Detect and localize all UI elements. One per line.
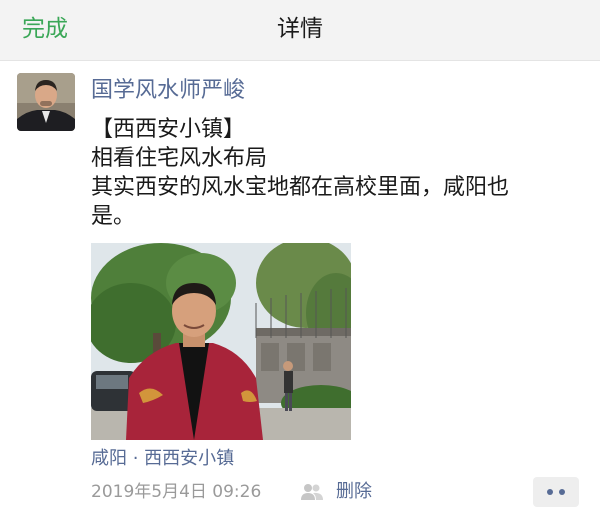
navigation-bar: 完成 详情	[0, 0, 600, 61]
post-photo[interactable]	[91, 243, 351, 440]
people-icon[interactable]	[300, 482, 324, 502]
avatar[interactable]	[17, 73, 75, 131]
post-text-line: 相看住宅风水布局	[91, 146, 268, 171]
page-title: 详情	[277, 16, 323, 42]
location-link[interactable]: 咸阳 · 西西安小镇	[91, 447, 234, 471]
post-text-line: 其实西安的风水宝地都在高校里面，咸阳也	[91, 175, 510, 200]
more-dots-icon[interactable]	[533, 477, 579, 507]
post-timestamp: 2019年5月4日 09:26	[91, 482, 262, 502]
post-text: 【西西安小镇】 相看住宅风水布局 其实西安的风水宝地都在高校里面，咸阳也 是。	[91, 115, 571, 231]
author-name[interactable]: 国学风水师严峻	[91, 76, 245, 106]
post-text-line: 是。	[91, 204, 136, 229]
delete-button[interactable]: 删除	[336, 480, 372, 504]
dot	[559, 489, 565, 495]
post-text-line: 【西西安小镇】	[91, 117, 246, 142]
dot	[547, 489, 553, 495]
